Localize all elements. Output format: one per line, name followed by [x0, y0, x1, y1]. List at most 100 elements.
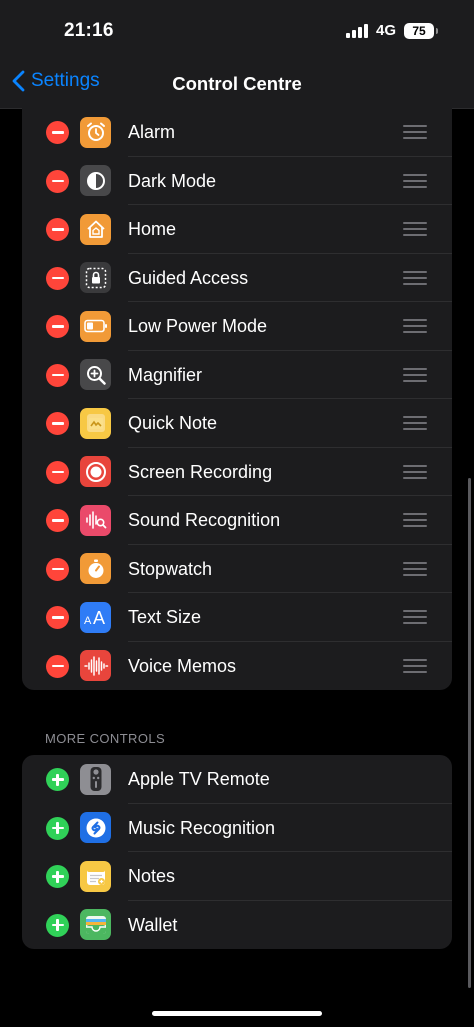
sound-recognition-icon	[80, 504, 111, 536]
remove-button-dark-mode[interactable]	[46, 169, 69, 193]
control-label: Voice Memos	[128, 655, 237, 676]
reorder-handle-icon[interactable]	[403, 561, 427, 576]
control-row-dark-mode: Dark Mode	[22, 157, 452, 205]
remove-button-quick-note[interactable]	[46, 412, 69, 435]
control-label: Screen Recording	[128, 461, 273, 482]
control-row-apple-tv-remote: Apple TV Remote	[22, 755, 452, 804]
svg-text:A: A	[93, 608, 105, 627]
battery-level: 75	[412, 23, 426, 38]
control-label: Quick Note	[128, 413, 218, 433]
reorder-handle-icon[interactable]	[403, 416, 427, 430]
remove-button-home[interactable]	[46, 218, 69, 241]
control-row-voice-memos: Voice Memos	[22, 642, 452, 691]
remove-button-text-size[interactable]	[46, 606, 69, 629]
control-label: Music Recognition	[128, 817, 276, 838]
control-row-magnifier: Magnifier	[22, 351, 452, 399]
control-label: Notes	[128, 866, 176, 886]
control-label: Magnifier	[128, 364, 203, 385]
reorder-handle-icon[interactable]	[403, 513, 427, 527]
guided-access-icon	[80, 262, 111, 293]
cellular-signal-icon	[345, 23, 368, 38]
shazam-icon	[80, 812, 111, 843]
reorder-handle-icon[interactable]	[403, 173, 427, 188]
remove-button-low-power-mode[interactable]	[46, 315, 69, 338]
remove-button-guided-access[interactable]	[46, 266, 69, 290]
reorder-handle-icon[interactable]	[403, 319, 427, 333]
reorder-handle-icon[interactable]	[403, 367, 427, 382]
plus-icon-vertical	[56, 919, 59, 931]
control-centre-screen: 21:16 4G 75 Settings Control Centre Alar…	[0, 0, 474, 1027]
included-controls-list: Alarm Dark Mode Home Guided Access Low Power…	[22, 108, 452, 690]
minus-icon	[51, 519, 64, 522]
minus-icon	[51, 179, 64, 183]
control-row-notes: Notes	[22, 852, 452, 901]
screen-recording-icon	[80, 456, 111, 487]
stopwatch-icon	[80, 553, 111, 584]
control-row-guided-access: Guided Access	[22, 254, 452, 302]
control-label: Stopwatch	[128, 558, 213, 579]
battery-icon	[80, 310, 111, 342]
minus-icon	[51, 664, 64, 668]
add-button-music-recognition[interactable]	[46, 816, 69, 840]
plus-icon-vertical	[56, 773, 59, 786]
control-row-home: Home	[22, 205, 452, 254]
home-icon	[80, 213, 111, 245]
remove-button-stopwatch[interactable]	[46, 557, 69, 581]
status-bar: 21:16 4G 75	[0, 0, 474, 60]
remove-button-alarm[interactable]	[46, 121, 69, 144]
control-row-alarm: Alarm	[22, 108, 452, 157]
add-button-wallet[interactable]	[46, 913, 69, 937]
minus-icon	[51, 470, 64, 474]
voice-memos-icon	[80, 650, 111, 681]
page-title: Control Centre	[172, 73, 302, 94]
control-label: Apple TV Remote	[128, 769, 270, 789]
dark-mode-icon	[80, 165, 111, 196]
control-row-wallet: Wallet	[22, 901, 452, 950]
remove-button-screen-recording[interactable]	[46, 460, 69, 484]
status-time: 21:16	[64, 20, 114, 41]
control-row-screen-recording: Screen Recording	[22, 448, 452, 496]
control-label: Dark Mode	[128, 170, 217, 191]
control-label: Sound Recognition	[128, 510, 281, 530]
remove-button-voice-memos[interactable]	[46, 654, 69, 678]
add-button-apple-tv-remote[interactable]	[46, 768, 69, 791]
svg-text:A: A	[84, 615, 92, 627]
control-row-quick-note: Quick Note	[22, 399, 452, 448]
reorder-handle-icon[interactable]	[403, 125, 427, 139]
reorder-handle-icon[interactable]	[403, 222, 427, 236]
control-row-text-size: A A Text Size	[22, 593, 452, 642]
home-indicator[interactable]	[152, 1011, 322, 1016]
scrollbar[interactable]	[468, 478, 471, 988]
reorder-handle-icon[interactable]	[403, 610, 427, 624]
minus-icon	[51, 422, 64, 425]
control-row-low-power-mode: Low Power Mode	[22, 302, 452, 351]
remove-button-magnifier[interactable]	[46, 363, 69, 387]
control-label: Alarm	[128, 122, 176, 142]
minus-icon	[51, 616, 64, 619]
control-row-music-recognition: Music Recognition	[22, 804, 452, 852]
network-type: 4G	[375, 22, 396, 39]
battery-icon: 75	[404, 22, 438, 39]
minus-icon	[51, 325, 64, 328]
reorder-handle-icon[interactable]	[403, 464, 427, 479]
status-indicators: 4G 75	[345, 22, 438, 39]
more-controls-list: Apple TV Remote Music Recognition Notes Wal…	[22, 755, 452, 949]
reorder-handle-icon[interactable]	[403, 270, 427, 285]
plus-icon-vertical	[56, 870, 59, 883]
minus-icon	[51, 276, 64, 280]
add-button-notes[interactable]	[46, 865, 69, 888]
magnifier-icon	[80, 359, 111, 390]
plus-icon-vertical	[56, 822, 59, 834]
text-size-icon: AA	[80, 601, 111, 633]
reorder-handle-icon[interactable]	[403, 658, 427, 673]
control-row-stopwatch: Stopwatch	[22, 545, 452, 593]
wallet-icon	[80, 909, 111, 940]
tv-remote-icon	[80, 763, 111, 795]
notes-icon	[80, 860, 111, 892]
remove-button-sound-recognition[interactable]	[46, 509, 69, 532]
control-row-sound-recognition: Sound Recognition	[22, 496, 452, 545]
minus-icon	[51, 131, 64, 134]
minus-icon	[51, 373, 64, 377]
control-label: Guided Access	[128, 267, 249, 288]
minus-icon	[51, 228, 64, 231]
